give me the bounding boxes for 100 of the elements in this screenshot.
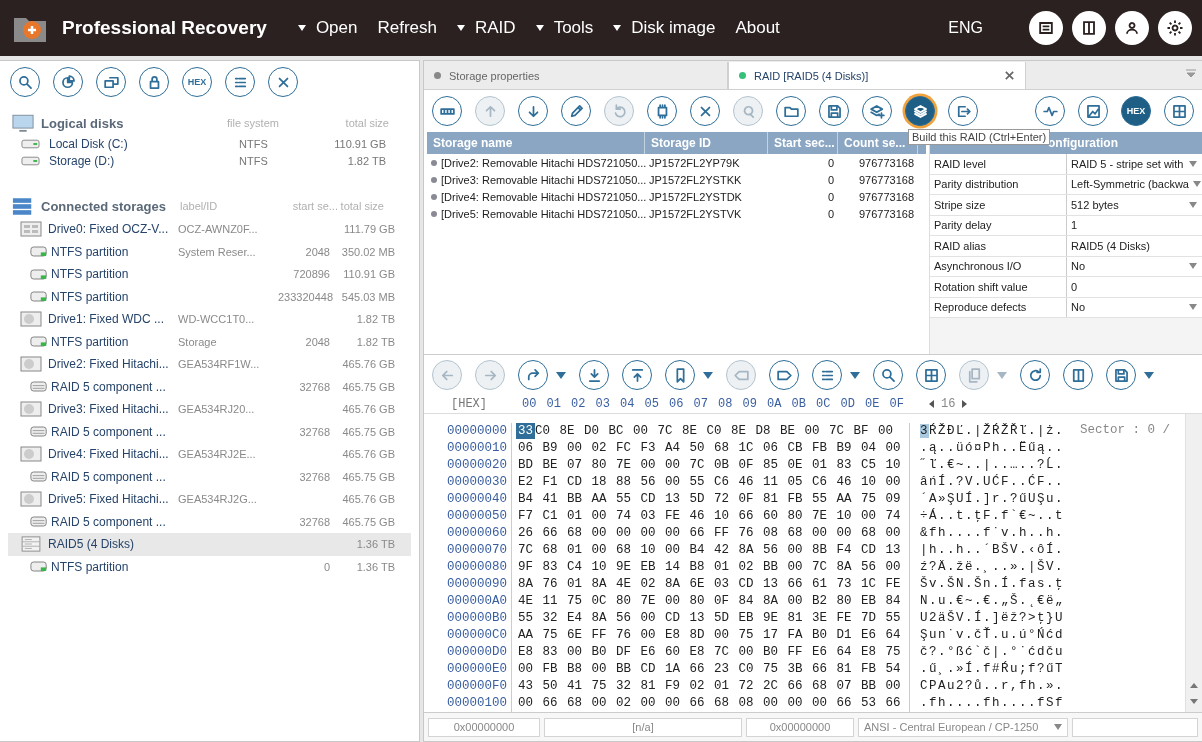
encoding-dropdown[interactable]: ANSI - Central European / CP-1250 <box>858 717 1068 737</box>
storage-name[interactable]: RAID5 (4 Disks) <box>48 537 134 552</box>
storage-name[interactable]: Drive4: Fixed Hitachi... <box>48 447 169 462</box>
exit-button[interactable] <box>948 96 978 126</box>
column-header: total size <box>339 200 384 212</box>
ascii-text: N.u.€~.€.„Š.˛€ë„ <box>920 594 1065 608</box>
settings-button[interactable] <box>1158 11 1192 45</box>
language-button[interactable]: ENG <box>942 18 989 38</box>
storage-name[interactable]: RAID 5 component ... <box>51 424 166 439</box>
refresh-button[interactable] <box>1020 360 1050 390</box>
property-value[interactable]: 0 <box>1067 277 1202 297</box>
hex-button[interactable]: HEX <box>1121 96 1151 126</box>
storage-name[interactable]: NTFS partition <box>51 244 129 259</box>
property-value[interactable]: RAID5 (4 Disks) <box>1067 236 1202 256</box>
layers-plus-button[interactable] <box>862 96 892 126</box>
menu-item[interactable]: Tools <box>526 14 603 42</box>
storage-name[interactable]: NTFS partition <box>51 267 129 282</box>
ascii-text: č?.°ßć`č|.°˙ćdču <box>920 645 1065 659</box>
storage-label: Storage <box>178 335 218 348</box>
search-button[interactable] <box>10 67 40 97</box>
bookmark-button[interactable] <box>665 360 695 390</box>
increase-icon[interactable] <box>962 400 968 408</box>
user-button[interactable] <box>1115 11 1149 45</box>
down-arrow-button[interactable] <box>518 96 548 126</box>
column-header: 07 <box>693 397 709 411</box>
offset-label: 000000E0 <box>446 661 507 678</box>
storage-name[interactable]: NTFS partition <box>51 559 129 574</box>
storage-name[interactable]: NTFS partition <box>51 334 129 349</box>
file-system: NTFS <box>239 137 269 150</box>
caret-icon[interactable] <box>556 371 566 379</box>
start-sector: 32768 <box>298 515 330 528</box>
folder-button[interactable] <box>776 96 806 126</box>
hex-bytes: 55 32 E4 8A 56 00 CD 13 5D EB 9E 81 3E FE 7D 55 <box>518 611 901 625</box>
scrollbar[interactable] <box>1185 414 1202 712</box>
save-button[interactable] <box>1106 360 1136 390</box>
pencil-button[interactable] <box>561 96 591 126</box>
save-button[interactable] <box>819 96 849 126</box>
storage-name[interactable]: Drive1: Fixed WDC ... <box>48 312 164 327</box>
caret-icon[interactable] <box>703 371 713 379</box>
close-icon[interactable] <box>1004 70 1015 81</box>
upload-button[interactable] <box>622 360 652 390</box>
menu-item[interactable]: Disk image <box>604 14 725 42</box>
download-button[interactable] <box>579 360 609 390</box>
list-button[interactable] <box>225 67 255 97</box>
redo-arrow-button[interactable] <box>518 360 548 390</box>
panel-button[interactable] <box>1072 11 1106 45</box>
storage-name[interactable]: Drive3: Fixed Hitachi... <box>48 402 169 417</box>
grid-button[interactable] <box>916 360 946 390</box>
disk-name[interactable]: Local Disk (C:) <box>49 136 239 151</box>
ascii-text: Šv.ŠN.Šn.Í.fas.ţ <box>920 577 1065 591</box>
hard-drive-icon <box>20 491 42 508</box>
menu-item[interactable]: About <box>726 14 789 42</box>
menu-item[interactable]: RAID <box>448 14 525 42</box>
selected-row[interactable]: RAID5 (4 Disks) 1.36 TB <box>8 533 411 556</box>
cursor-char[interactable]: 3 <box>920 424 929 438</box>
tag-right-button[interactable] <box>769 360 799 390</box>
layers-button[interactable] <box>905 96 935 126</box>
tab[interactable]: RAID [RAID5 (4 Disks)] <box>728 62 1026 89</box>
property-dropdown[interactable]: 512 bytes <box>1067 195 1202 215</box>
stripe-button[interactable] <box>432 96 462 126</box>
cursor-byte[interactable]: 33 <box>516 423 535 439</box>
grid-button[interactable] <box>1164 96 1194 126</box>
pulse-button[interactable] <box>1035 96 1065 126</box>
property-dropdown[interactable]: RAID 5 - stripe set with <box>1067 154 1202 174</box>
close-button[interactable] <box>268 67 298 97</box>
property-value[interactable]: 1 <box>1067 215 1202 235</box>
storage-name[interactable]: Drive5: Fixed Hitachi... <box>48 492 169 507</box>
property-dropdown[interactable]: No <box>1067 256 1202 276</box>
card-button[interactable] <box>1029 11 1063 45</box>
storage-label: GEA534RJ20... <box>178 403 256 416</box>
start-sector: 2048 <box>304 245 330 258</box>
search-button[interactable] <box>873 360 903 390</box>
pie-chart-button[interactable] <box>53 67 83 97</box>
offset-label: 00000000 <box>446 423 507 440</box>
menu-item[interactable]: Refresh <box>368 14 446 42</box>
hex-button[interactable]: HEX <box>182 67 212 97</box>
disk-name[interactable]: Storage (D:) <box>49 153 239 168</box>
chart-button[interactable] <box>1078 96 1108 126</box>
property-dropdown[interactable]: No <box>1067 297 1202 317</box>
close-button[interactable] <box>690 96 720 126</box>
caret-icon[interactable] <box>1144 371 1154 379</box>
decrease-icon[interactable] <box>929 400 934 408</box>
column-header: 05 <box>644 397 660 411</box>
lock-button[interactable] <box>139 67 169 97</box>
column-header: 01 <box>546 397 562 411</box>
chip-button[interactable] <box>647 96 677 126</box>
column-header: 03 <box>595 397 611 411</box>
hex-bytes: 43 50 41 75 32 81 F9 02 01 72 2C 66 68 07 BB 00 <box>518 679 901 693</box>
drives-button[interactable] <box>96 67 126 97</box>
hex-bytes: BD BE 07 80 7E 00 00 7C 0B 0F 85 0E 01 83 C5 10 <box>518 458 901 472</box>
storage-name[interactable]: Drive2: Fixed Hitachi... <box>48 357 169 372</box>
property-dropdown[interactable]: Left-Symmetric (backwa <box>1067 174 1202 194</box>
storage-name[interactable]: Drive0: Fixed OCZ-V... <box>48 222 169 237</box>
storage-name[interactable]: RAID 5 component ... <box>51 514 166 529</box>
caret-icon[interactable] <box>850 371 860 379</box>
storage-name[interactable]: NTFS partition <box>51 289 129 304</box>
menu-item[interactable]: Open <box>288 14 367 42</box>
list-button[interactable] <box>812 360 842 390</box>
storage-name[interactable]: RAID 5 component ... <box>51 469 166 484</box>
storage-name[interactable]: RAID 5 component ... <box>51 379 166 394</box>
